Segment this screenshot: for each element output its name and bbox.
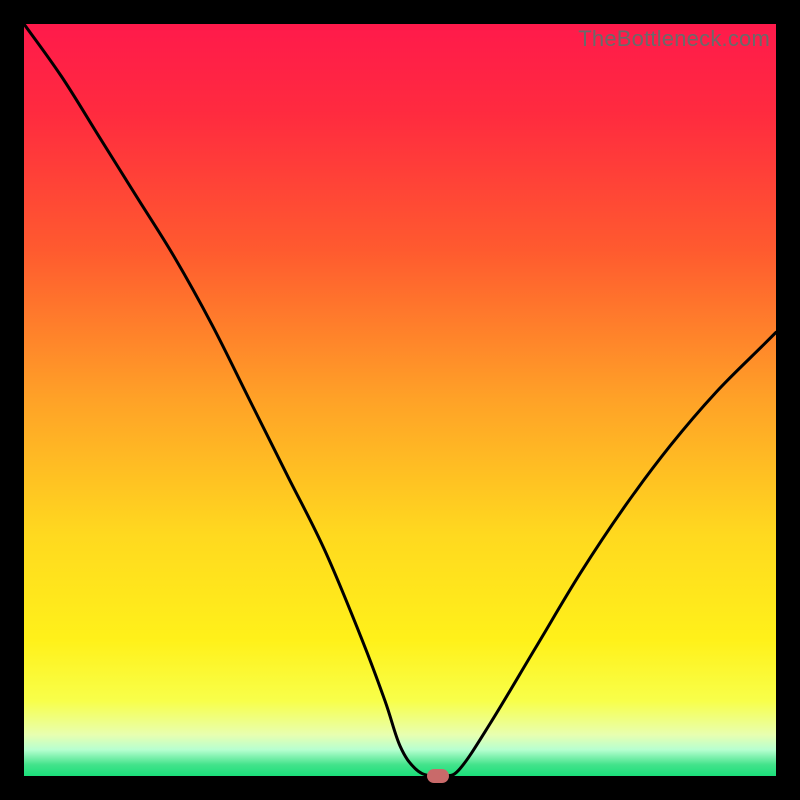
watermark-text: TheBottleneck.com xyxy=(578,26,770,52)
minimum-marker xyxy=(427,769,449,783)
chart-frame: TheBottleneck.com xyxy=(0,0,800,800)
curve-layer xyxy=(24,24,776,776)
plot-area: TheBottleneck.com xyxy=(24,24,776,776)
bottleneck-curve xyxy=(24,24,776,776)
